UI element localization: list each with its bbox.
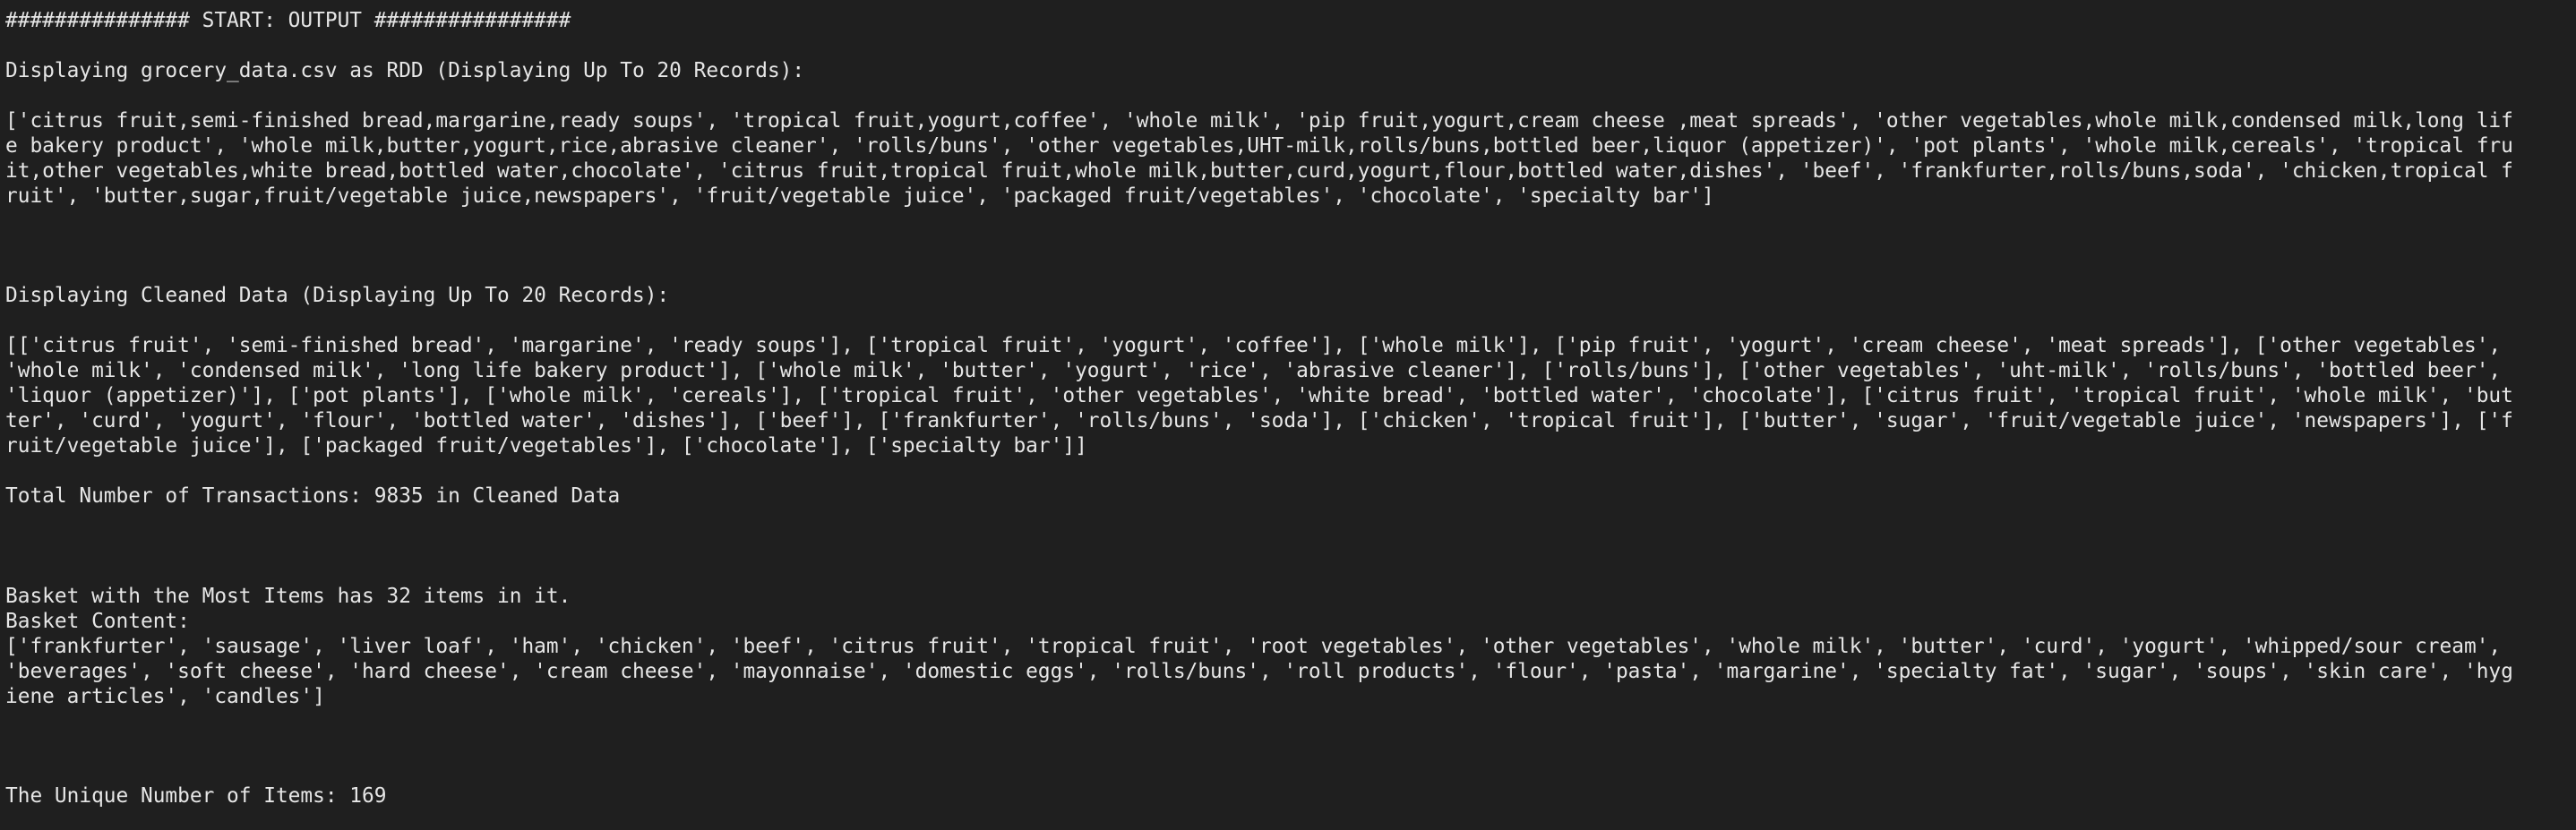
cleaned-records-line: [['citrus fruit', 'semi-finished bread',…	[5, 334, 2502, 358]
basket-content-line: iene articles', 'candles']	[5, 684, 325, 708]
output-header: ############### START: OUTPUT ##########…	[5, 9, 571, 32]
cleaned-records-line: ter', 'curd', 'yogurt', 'flour', 'bottle…	[5, 409, 2513, 433]
cleaned-records-line: ruit/vegetable juice'], ['packaged fruit…	[5, 434, 1087, 458]
rdd-records-line: ruit', 'butter,sugar,fruit/vegetable jui…	[5, 184, 1714, 208]
basket-content-line: ['frankfurter', 'sausage', 'liver loaf',…	[5, 634, 2502, 658]
total-transactions: Total Number of Transactions: 9835 in Cl…	[5, 484, 621, 508]
rdd-records-line: ['citrus fruit,semi-finished bread,marga…	[5, 108, 2513, 133]
rdd-records-line: e bakery product', 'whole milk,butter,yo…	[5, 133, 2513, 158]
unique-items-count: The Unique Number of Items: 169	[5, 784, 387, 809]
terminal-output: ############### START: OUTPUT ##########…	[0, 0, 2576, 809]
rdd-records-line: it,other vegetables,white bread,bottled …	[5, 158, 2513, 183]
cleaned-records-line: 'liquor (appetizer)'], ['pot plants'], […	[5, 384, 2513, 408]
basket-title: Basket with the Most Items has 32 items …	[5, 584, 571, 608]
basket-content-line: 'beverages', 'soft cheese', 'hard cheese…	[5, 659, 2513, 683]
basket-content-label: Basket Content:	[5, 609, 190, 633]
rdd-title: Displaying grocery_data.csv as RDD (Disp…	[5, 58, 805, 82]
cleaned-title: Displaying Cleaned Data (Displaying Up T…	[5, 284, 670, 308]
cleaned-records-line: 'whole milk', 'condensed milk', 'long li…	[5, 359, 2502, 383]
